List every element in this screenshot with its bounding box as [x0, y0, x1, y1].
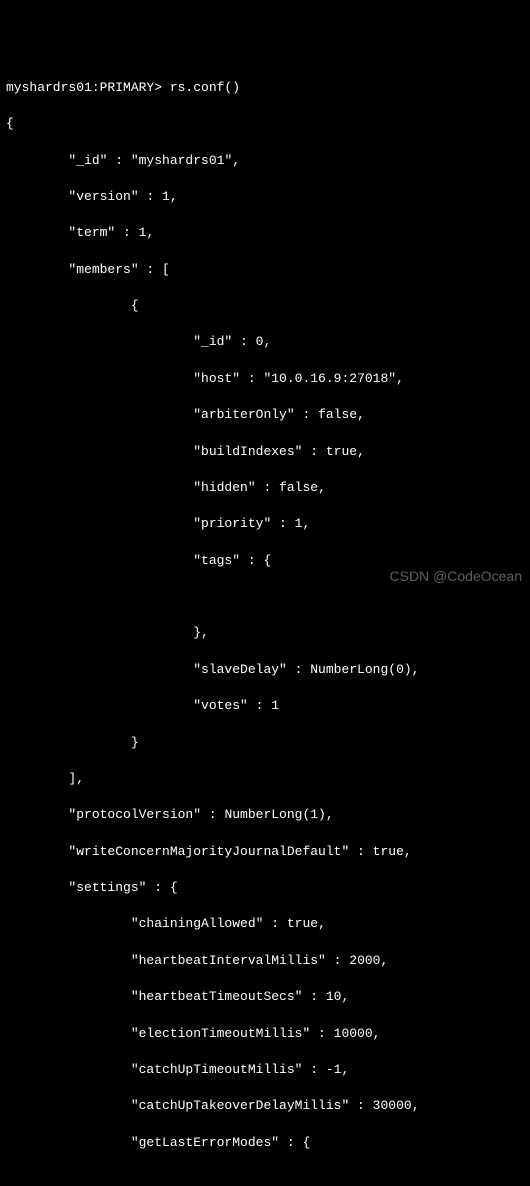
heartbeat-timeout-value: 10 — [326, 989, 342, 1004]
member-hidden: "hidden" : false, — [6, 479, 524, 497]
shell-command: rs.conf() — [170, 80, 240, 95]
member-tags-close-brace: }, — [193, 625, 209, 640]
protocolversion-value: NumberLong(1) — [224, 807, 325, 822]
conf-protocolversion: "protocolVersion" : NumberLong(1), — [6, 806, 524, 824]
conf-version: "version" : 1, — [6, 188, 524, 206]
member-slavedelay: "slaveDelay" : NumberLong(0), — [6, 661, 524, 679]
member-tags-brace: { — [263, 553, 271, 568]
member-open: { — [6, 297, 524, 315]
members-close: ], — [6, 770, 524, 788]
conf-term: "term" : 1, — [6, 224, 524, 242]
chaining-value: true — [287, 916, 318, 931]
settings-heartbeat-interval: "heartbeatIntervalMillis" : 2000, — [6, 952, 524, 970]
member-id: "_id" : 0, — [6, 333, 524, 351]
heartbeat-interval-value: 2000 — [349, 953, 380, 968]
settings-heartbeat-timeout: "heartbeatTimeoutSecs" : 10, — [6, 988, 524, 1006]
member-buildindexes: "buildIndexes" : true, — [6, 443, 524, 461]
csdn-watermark: CSDN @CodeOcean — [390, 567, 523, 587]
json-brace-open: { — [6, 115, 524, 133]
member-priority: "priority" : 1, — [6, 515, 524, 533]
blank-line-1 — [6, 588, 524, 606]
conf-version-value: 1 — [162, 189, 170, 204]
member-buildindexes-value: true — [326, 444, 357, 459]
glemodes-brace: { — [302, 1135, 310, 1150]
conf-members-open: "members" : [ — [6, 261, 524, 279]
member-close: } — [6, 734, 524, 752]
shell-prompt: myshardrs01:PRIMARY> — [6, 80, 170, 95]
conf-id: "_id" : "myshardrs01", — [6, 152, 524, 170]
member-priority-value: 1 — [295, 516, 303, 531]
member-slavedelay-value: NumberLong(0) — [310, 662, 411, 677]
member-votes-value: 1 — [271, 698, 279, 713]
prompt-line[interactable]: myshardrs01:PRIMARY> rs.conf() — [6, 79, 524, 97]
settings-catchup-takeover: "catchUpTakeoverDelayMillis" : 30000, — [6, 1097, 524, 1115]
wcmjd-value: true — [373, 844, 404, 859]
conf-id-value: "myshardrs01" — [131, 153, 232, 168]
member-tags-close: }, — [6, 624, 524, 642]
conf-term-value: 1 — [139, 225, 147, 240]
settings-catchup-timeout: "catchUpTimeoutMillis" : -1, — [6, 1061, 524, 1079]
member-id-value: 0 — [256, 334, 264, 349]
member-arbiter: "arbiterOnly" : false, — [6, 406, 524, 424]
member-host: "host" : "10.0.16.9:27018", — [6, 370, 524, 388]
member-close-brace: } — [131, 735, 139, 750]
member-arbiter-value: false — [318, 407, 357, 422]
member-brace: { — [131, 298, 139, 313]
members-bracket: [ — [162, 262, 170, 277]
settings-chaining: "chainingAllowed" : true, — [6, 915, 524, 933]
settings-election-timeout: "electionTimeoutMillis" : 10000, — [6, 1025, 524, 1043]
settings-glemodex-open: "getLastErrorModes" : { — [6, 1134, 524, 1152]
member-hidden-value: false — [279, 480, 318, 495]
election-timeout-value: 10000 — [334, 1026, 373, 1041]
conf-settings-open: "settings" : { — [6, 879, 524, 897]
member-votes: "votes" : 1 — [6, 697, 524, 715]
member-host-value: "10.0.16.9:27018" — [263, 371, 396, 386]
conf-wcmjd: "writeConcernMajorityJournalDefault" : t… — [6, 843, 524, 861]
settings-brace: { — [170, 880, 178, 895]
members-close-bracket: ], — [68, 771, 84, 786]
blank-line-2 — [6, 1170, 524, 1186]
catchup-timeout-value: -1 — [326, 1062, 342, 1077]
catchup-takeover-value: 30000 — [373, 1098, 412, 1113]
